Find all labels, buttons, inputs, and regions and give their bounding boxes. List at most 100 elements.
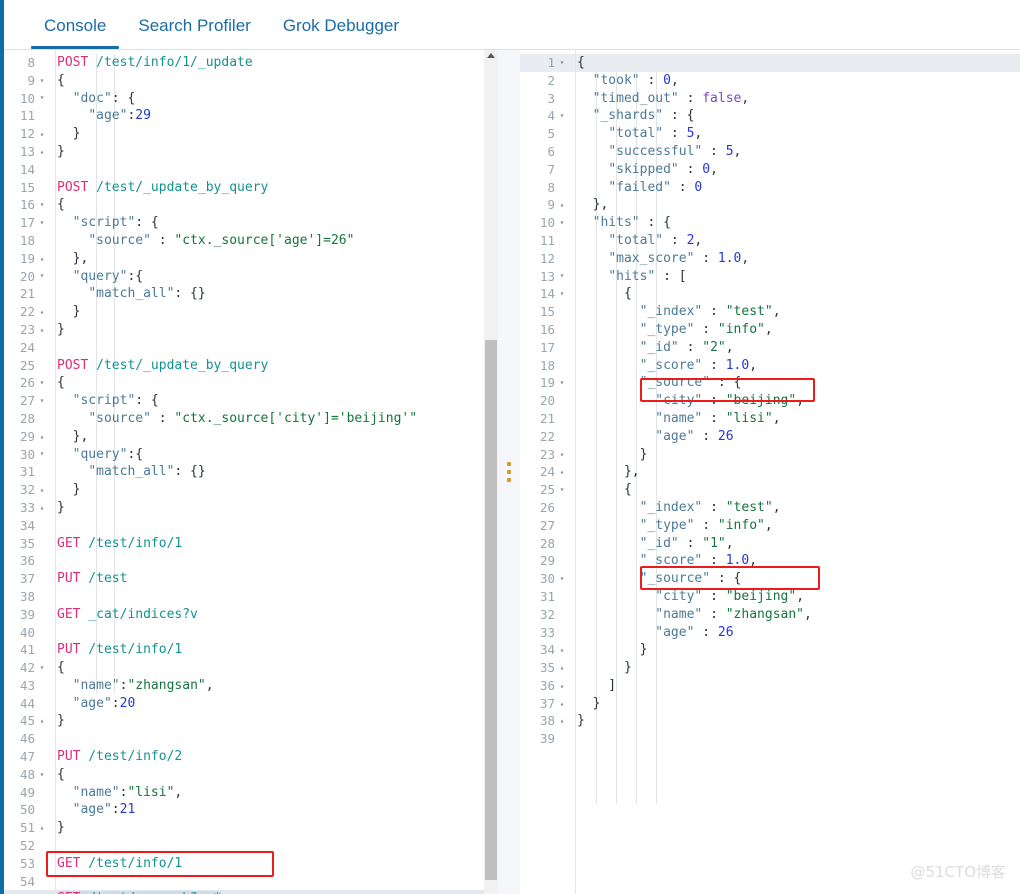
code-line[interactable]: 37 ▴ } bbox=[520, 695, 1020, 713]
code-line[interactable]: 32· "name" : "zhangsan", bbox=[520, 606, 1020, 624]
code-line[interactable]: 16 ▾ { bbox=[4, 196, 498, 214]
code-line[interactable]: 2· "took" : 0, bbox=[520, 72, 1020, 90]
fold-toggle-icon[interactable]: ▴ bbox=[38, 824, 46, 832]
code-text[interactable]: } bbox=[570, 712, 1020, 730]
fold-toggle-icon[interactable]: ▾ bbox=[558, 112, 566, 120]
fold-toggle-icon[interactable]: ▴ bbox=[558, 681, 566, 690]
code-line[interactable]: 24· bbox=[4, 339, 498, 357]
code-text[interactable]: "_id" : "2", bbox=[570, 339, 1020, 357]
code-line[interactable]: 37·PUT /test bbox=[4, 570, 498, 588]
fold-toggle-icon[interactable]: ▾ bbox=[558, 219, 566, 227]
fold-toggle-icon[interactable]: ▾ bbox=[38, 76, 46, 85]
code-line[interactable]: 32 ▴ } bbox=[4, 481, 498, 499]
fold-toggle-icon[interactable]: ▴ bbox=[38, 130, 46, 138]
code-line[interactable]: 41·PUT /test/info/1 bbox=[4, 641, 498, 659]
code-line[interactable]: 12· "max_score" : 1.0, bbox=[520, 250, 1020, 268]
request-code-area[interactable]: 8·POST /test/info/1/_update9▾{10▾ "doc":… bbox=[4, 50, 498, 894]
code-text[interactable]: "total" : 2, bbox=[570, 232, 1020, 250]
code-line[interactable]: 48 ▾ { bbox=[4, 766, 498, 784]
code-line[interactable]: 16· "_type" : "info", bbox=[520, 321, 1020, 339]
fold-toggle-icon[interactable]: ▾ bbox=[558, 379, 566, 387]
code-text[interactable]: POST /test/info/1/_update bbox=[50, 54, 498, 72]
code-text[interactable]: "_source" : { bbox=[570, 374, 1020, 392]
code-text[interactable]: } bbox=[50, 143, 498, 161]
code-text[interactable]: { bbox=[50, 659, 498, 677]
code-line[interactable]: 14· bbox=[4, 161, 498, 179]
code-text[interactable]: ] bbox=[570, 677, 1020, 695]
code-line[interactable]: 38· bbox=[4, 588, 498, 606]
code-line[interactable]: 40· bbox=[4, 624, 498, 642]
code-text[interactable]: "_source" : { bbox=[570, 570, 1020, 588]
code-text[interactable]: "name" : "lisi", bbox=[570, 410, 1020, 428]
code-text[interactable]: }, bbox=[570, 463, 1020, 481]
code-line[interactable]: 23 ▴ } bbox=[520, 446, 1020, 464]
code-text[interactable]: "name":"zhangsan", bbox=[50, 677, 498, 695]
code-text[interactable]: } bbox=[50, 303, 498, 321]
fold-toggle-icon[interactable]: ▾ bbox=[38, 201, 46, 209]
code-text[interactable]: "name":"lisi", bbox=[50, 784, 498, 802]
panel-splitter[interactable] bbox=[498, 50, 520, 894]
code-line[interactable]: 26· "_index" : "test", bbox=[520, 499, 1020, 517]
code-line[interactable]: 38 ▴} bbox=[520, 712, 1020, 730]
code-line[interactable]: 17 ▾ "script": { bbox=[4, 214, 498, 232]
code-text[interactable]: { bbox=[570, 285, 1020, 303]
code-line[interactable]: 5· "total" : 5, bbox=[520, 125, 1020, 143]
code-text[interactable]: POST /test/_update_by_query bbox=[50, 179, 498, 197]
code-line[interactable]: 35 ▴ } bbox=[520, 659, 1020, 677]
code-line[interactable]: 9 ▾ { bbox=[4, 72, 498, 90]
code-text[interactable]: "_id" : "1", bbox=[570, 535, 1020, 553]
code-text[interactable]: "query":{ bbox=[50, 446, 498, 464]
code-text[interactable]: "_index" : "test", bbox=[570, 303, 1020, 321]
code-line[interactable]: 11· "age":29 bbox=[4, 107, 498, 125]
fold-toggle-icon[interactable]: ▾ bbox=[38, 219, 46, 227]
code-line[interactable]: 28· "source" : "ctx._source['city']='bei… bbox=[4, 410, 498, 428]
code-line[interactable]: 52· bbox=[4, 837, 498, 855]
code-text[interactable]: { bbox=[570, 481, 1020, 499]
fold-toggle-icon[interactable]: ▾ bbox=[558, 58, 566, 67]
code-text[interactable]: "source" : "ctx._source['age']=26" bbox=[50, 232, 498, 250]
code-line[interactable]: 30 ▾ "query":{ bbox=[4, 446, 498, 464]
code-line[interactable]: 11· "total" : 2, bbox=[520, 232, 1020, 250]
fold-toggle-icon[interactable]: ▴ bbox=[558, 468, 566, 476]
code-text[interactable]: { bbox=[50, 72, 498, 90]
fold-toggle-icon[interactable]: ▾ bbox=[38, 770, 46, 779]
fold-toggle-icon[interactable]: ▴ bbox=[38, 254, 46, 263]
code-text[interactable]: "age":21 bbox=[50, 801, 498, 819]
code-text[interactable]: } bbox=[50, 481, 498, 499]
request-panel[interactable]: 8·POST /test/info/1/_update9▾{10▾ "doc":… bbox=[4, 50, 498, 894]
code-line[interactable]: 20 ▾ "query":{ bbox=[4, 268, 498, 286]
fold-toggle-icon[interactable]: ▴ bbox=[558, 450, 566, 458]
code-line[interactable]: 22· "age" : 26 bbox=[520, 428, 1020, 446]
code-text[interactable]: }, bbox=[50, 428, 498, 446]
fold-toggle-icon[interactable]: ▾ bbox=[38, 379, 46, 387]
code-text[interactable]: { bbox=[50, 766, 498, 784]
fold-toggle-icon[interactable]: ▾ bbox=[558, 272, 566, 280]
code-line[interactable]: 14 ▾ { bbox=[520, 285, 1020, 303]
code-text[interactable]: "timed_out" : false, bbox=[570, 90, 1020, 108]
code-line[interactable]: 23 ▴} bbox=[4, 321, 498, 339]
code-line[interactable]: 7· "skipped" : 0, bbox=[520, 161, 1020, 179]
scrollbar-thumb[interactable] bbox=[485, 340, 497, 880]
code-line[interactable]: 3· "timed_out" : false, bbox=[520, 90, 1020, 108]
code-text[interactable]: { bbox=[570, 54, 1020, 72]
fold-toggle-icon[interactable]: ▾ bbox=[558, 486, 566, 494]
code-text[interactable]: "_index" : "test", bbox=[570, 499, 1020, 517]
code-line[interactable]: 35·GET /test/info/1 bbox=[4, 535, 498, 553]
code-text[interactable]: { bbox=[50, 374, 498, 392]
fold-toggle-icon[interactable]: ▾ bbox=[38, 94, 46, 102]
code-text[interactable]: "total" : 5, bbox=[570, 125, 1020, 143]
scroll-arrow-up-icon[interactable] bbox=[487, 53, 495, 58]
tab-grok-debugger[interactable]: Grok Debugger bbox=[267, 17, 415, 49]
code-line[interactable]: 8·POST /test/info/1/_update bbox=[4, 54, 498, 72]
tab-console[interactable]: Console bbox=[28, 17, 122, 49]
fold-toggle-icon[interactable]: ▴ bbox=[558, 663, 566, 672]
code-text[interactable]: "successful" : 5, bbox=[570, 143, 1020, 161]
code-text[interactable]: } bbox=[50, 819, 498, 837]
fold-toggle-icon[interactable]: ▴ bbox=[38, 486, 46, 494]
code-line[interactable]: 29 ▴ }, bbox=[4, 428, 498, 446]
fold-toggle-icon[interactable]: ▴ bbox=[558, 717, 566, 725]
code-text[interactable]: "skipped" : 0, bbox=[570, 161, 1020, 179]
code-text[interactable]: "hits" : { bbox=[570, 214, 1020, 232]
fold-toggle-icon[interactable]: ▾ bbox=[38, 450, 46, 458]
fold-toggle-icon[interactable]: ▾ bbox=[38, 397, 46, 405]
